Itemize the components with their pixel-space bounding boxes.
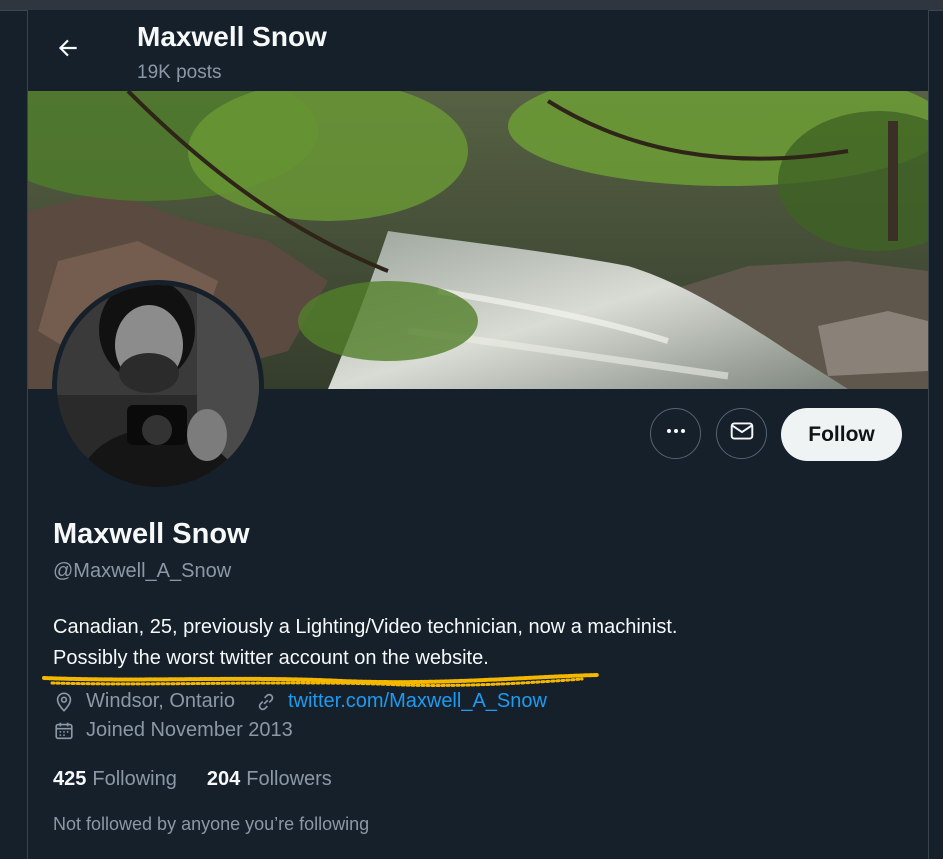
follow-button[interactable]: Follow bbox=[781, 408, 902, 461]
followers-stat[interactable]: 204 Followers bbox=[207, 768, 332, 791]
header-title: Maxwell Snow bbox=[137, 21, 327, 52]
location-pin-icon bbox=[53, 691, 75, 713]
mutual-followers-note: Not followed by anyone you’re following bbox=[53, 814, 370, 834]
more-horizontal-icon bbox=[664, 419, 688, 448]
following-label: Following bbox=[92, 768, 177, 790]
profile-handle: @Maxwell_A_Snow bbox=[53, 560, 232, 582]
profile-avatar[interactable] bbox=[52, 280, 264, 492]
profile-location: Windsor, Ontario bbox=[86, 690, 235, 712]
message-button[interactable] bbox=[716, 408, 767, 459]
following-count: 425 bbox=[53, 768, 87, 790]
bio-line-2: Possibly the worst twitter account on th… bbox=[53, 647, 489, 669]
followers-label: Followers bbox=[246, 768, 332, 790]
following-stat[interactable]: 425 Following bbox=[53, 768, 177, 791]
bio-line-1: Canadian, 25, previously a Lighting/Vide… bbox=[53, 616, 678, 638]
envelope-icon bbox=[729, 418, 755, 449]
back-button[interactable] bbox=[50, 32, 86, 68]
arrow-left-icon bbox=[55, 35, 81, 66]
followers-count: 204 bbox=[206, 768, 241, 790]
profile-website-link[interactable]: twitter.com/Maxwell_A_Snow bbox=[288, 690, 547, 713]
highlight-scribble bbox=[42, 673, 599, 687]
profile-column: Maxwell Snow 19K posts Follow Maxwell Sn… bbox=[27, 10, 929, 859]
profile-display-name: Maxwell Snow bbox=[53, 518, 250, 550]
calendar-icon bbox=[53, 720, 75, 742]
profile-joined-date: Joined November 2013 bbox=[86, 719, 293, 741]
avatar-photo bbox=[57, 285, 259, 487]
profile-stats: 425 Following 204 Followers bbox=[53, 768, 362, 791]
profile-meta-row: Windsor, Ontario twitter.com/Maxwell_A_S… bbox=[53, 690, 547, 713]
header-post-count: 19K posts bbox=[137, 62, 222, 83]
profile-bio: Canadian, 25, previously a Lighting/Vide… bbox=[53, 612, 913, 674]
more-options-button[interactable] bbox=[650, 408, 701, 459]
profile-joined-row: Joined November 2013 bbox=[53, 719, 293, 742]
link-icon bbox=[255, 691, 277, 713]
